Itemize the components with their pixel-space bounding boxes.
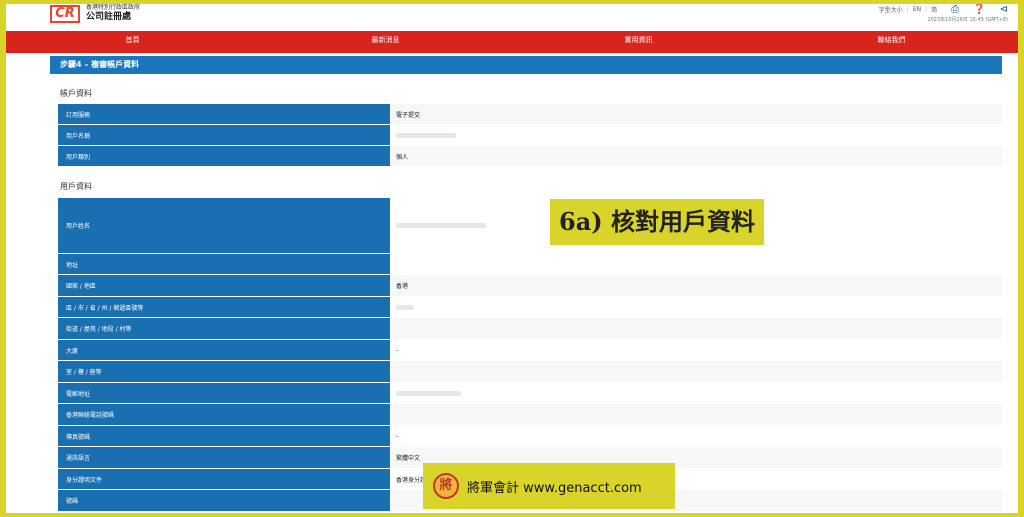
table-row: 區 / 市 / 省 / 州 / 郵遞區號等 [58,297,1002,318]
seal-logo-icon: 將 [433,473,459,499]
table-row: 室 / 樓 / 座等 [58,361,1002,383]
main-nav: 首頁 最新消息 實用資訊 聯絡我們 [6,31,1018,53]
print-icon[interactable]: ⎙ [951,4,959,15]
redacted-value [396,223,486,228]
row-value [390,254,1002,275]
row-label: 電郵地址 [58,383,390,404]
nav-news[interactable]: 最新消息 [259,31,512,53]
row-label: 室 / 樓 / 座等 [58,361,390,383]
row-value: 電子提交 [390,104,1002,125]
row-label: 通訊語言 [58,447,390,469]
table-row: 訂用服務 電子提交 [58,104,1002,125]
table-row: 用戶類別 個人 [58,146,1002,167]
row-label: 用戶名稱 [58,125,390,146]
table-row: 用戶名稱 [58,125,1002,146]
table-row: 國家 / 地區 香港 [58,275,1002,297]
watermark-text: 將軍會計 www.genacct.com [467,480,642,496]
nav-useful-info[interactable]: 實用資訊 [512,31,765,53]
row-label: 用戶類別 [58,146,390,167]
row-label: 大廈 [58,340,390,361]
table-row: 傳真號碼 - [58,426,1002,447]
row-label: 區 / 市 / 省 / 州 / 郵遞區號等 [58,297,390,318]
table-row: 大廈 - [58,340,1002,361]
row-label: 身分證明文件 [58,469,390,490]
row-value [390,383,1002,404]
cr-logo[interactable]: CR [50,5,80,23]
row-value: - [390,426,1002,447]
nav-contact[interactable]: 聯絡我們 [765,31,1018,53]
redacted-value [396,132,456,138]
row-value: 個人 [390,146,1002,167]
redacted-value [396,304,414,310]
row-label: 國家 / 地區 [58,275,390,297]
help-icon[interactable]: ❓ [973,4,985,15]
share-icon[interactable]: ⊲ [1000,4,1008,15]
org-title: 香港特別行政區政府 公司註冊處 [86,4,140,23]
row-label: 街道 / 屋苑 / 地段 / 村等 [58,318,390,340]
row-label: 訂用服務 [58,104,390,125]
row-value: 香港 [390,275,1002,297]
timestamp: 2023年10月26日 15:45 (GMT+8) [927,17,1008,23]
row-label: 地址 [58,254,390,275]
redacted-value [396,390,461,396]
table-row: 用戶姓名 [58,198,1002,254]
nav-home[interactable]: 首頁 [6,31,259,53]
org-name: 公司註冊處 [86,12,132,22]
row-value [390,318,1002,340]
simplified-chinese-link[interactable]: 简 [931,5,937,14]
row-value: - [390,340,1002,361]
account-section-title: 帳戶資料 [60,89,92,98]
row-label: 用戶姓名 [58,198,390,254]
table-row: 街道 / 屋苑 / 地段 / 村等 [58,318,1002,340]
row-value [390,361,1002,383]
row-value [390,125,1002,146]
top-utility-links: 字型大小 | EN | 简 ⎙ ❓ ⊲ [879,4,1008,15]
org-subtitle: 香港特別行政區政府 [86,4,141,11]
font-size-link[interactable]: 字型大小 [879,5,903,14]
divider: | [906,6,909,13]
table-row: 香港聯絡電話號碼 [58,404,1002,426]
row-value [390,404,1002,426]
watermark-banner: 將 將軍會計 www.genacct.com [423,463,675,509]
step-title-bar: 步驟4 – 複審帳戶資料 [50,56,1002,74]
row-label: 傳真號碼 [58,426,390,447]
table-row: 地址 [58,254,1002,275]
user-section-title: 用戶資料 [60,182,92,191]
row-label: 號碼 [58,490,390,512]
row-value [390,297,1002,318]
english-link[interactable]: EN [913,6,921,13]
site-header: CR 香港特別行政區政府 公司註冊處 字型大小 | EN | 简 ⎙ ❓ ⊲ 2… [6,4,1018,32]
divider: | [925,6,928,13]
row-label: 香港聯絡電話號碼 [58,404,390,426]
table-row: 電郵地址 [58,383,1002,404]
step-annotation-label: 6a) 核對用戶資料 [550,199,764,245]
browser-viewport: CR 香港特別行政區政府 公司註冊處 字型大小 | EN | 简 ⎙ ❓ ⊲ 2… [6,4,1018,513]
